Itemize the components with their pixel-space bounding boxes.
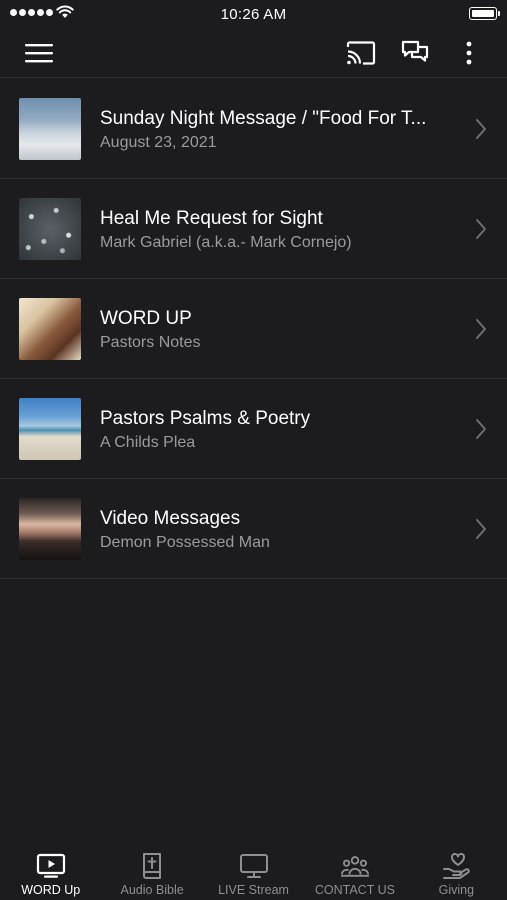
chevron-right-icon <box>476 219 486 239</box>
thumbnail-image <box>19 398 81 460</box>
thumbnail-image <box>19 98 81 160</box>
list-item[interactable]: Video Messages Demon Possessed Man <box>0 479 507 579</box>
menu-button[interactable] <box>22 36 56 70</box>
thumbnail-image <box>19 198 81 260</box>
battery-icon <box>469 7 500 20</box>
list-item-subtitle: Pastors Notes <box>100 334 201 351</box>
thumbnail-image <box>19 298 81 360</box>
chevron-right-icon <box>476 319 486 339</box>
list-item-title: WORD UP <box>100 308 192 329</box>
tab-contact-us[interactable]: CONTACT US <box>304 844 405 900</box>
more-options-button[interactable] <box>452 36 486 70</box>
monitor-icon <box>239 854 268 878</box>
chat-icon <box>401 40 429 62</box>
chevron-right-icon <box>476 419 486 439</box>
list-item-title: Sunday Night Message / "Food For T... <box>100 108 427 129</box>
list-item[interactable]: Sunday Night Message / "Food For T... Au… <box>0 79 507 179</box>
list-item-title: Pastors Psalms & Poetry <box>100 408 311 429</box>
tab-label: CONTACT US <box>314 883 395 897</box>
list-item-subtitle: Mark Gabriel (a.k.a.- Mark Cornejo) <box>100 234 352 251</box>
list-item[interactable]: WORD UP Pastors Notes <box>0 279 507 379</box>
cast-icon <box>346 41 376 65</box>
tab-giving[interactable]: Giving <box>406 844 507 900</box>
list-item-subtitle: Demon Possessed Man <box>100 534 270 551</box>
bible-icon <box>143 853 162 879</box>
menu-icon <box>25 44 53 63</box>
heart-hand-icon <box>443 852 471 879</box>
chevron-right-icon <box>476 519 486 539</box>
app-screen: 10:26 AM Sunday Night Message / "Food Fo… <box>0 0 507 900</box>
tab-label: Giving <box>438 883 475 897</box>
chevron-right-icon <box>476 119 486 139</box>
status-time: 10:26 AM <box>220 6 287 23</box>
cast-button[interactable] <box>344 36 378 70</box>
top-nav-bar <box>0 28 507 78</box>
tab-label: WORD Up <box>21 883 81 897</box>
tab-label: Audio Bible <box>120 883 184 897</box>
list-item-subtitle: A Childs Plea <box>100 434 196 451</box>
tab-live-stream[interactable]: LIVE Stream <box>203 844 304 900</box>
tab-audio-bible[interactable]: Audio Bible <box>101 844 202 900</box>
tab-word-up[interactable]: WORD Up <box>0 844 101 900</box>
chat-button[interactable] <box>398 36 432 70</box>
bottom-tab-bar: WORD Up Audio Bible LIVE Stream CONTACT … <box>0 844 507 900</box>
people-icon <box>340 856 369 877</box>
thumbnail-image <box>19 498 81 560</box>
status-bar: 10:26 AM <box>0 0 507 28</box>
list-item[interactable]: Pastors Psalms & Poetry A Childs Plea <box>0 379 507 479</box>
list-item-subtitle: August 23, 2021 <box>100 134 217 151</box>
more-vertical-icon <box>466 41 472 65</box>
tab-label: LIVE Stream <box>218 883 289 897</box>
tv-play-icon <box>36 853 65 878</box>
list-item-title: Video Messages <box>100 508 241 529</box>
content-list: Sunday Night Message / "Food For T... Au… <box>0 79 507 579</box>
list-item-title: Heal Me Request for Sight <box>100 208 323 229</box>
list-item[interactable]: Heal Me Request for Sight Mark Gabriel (… <box>0 179 507 279</box>
